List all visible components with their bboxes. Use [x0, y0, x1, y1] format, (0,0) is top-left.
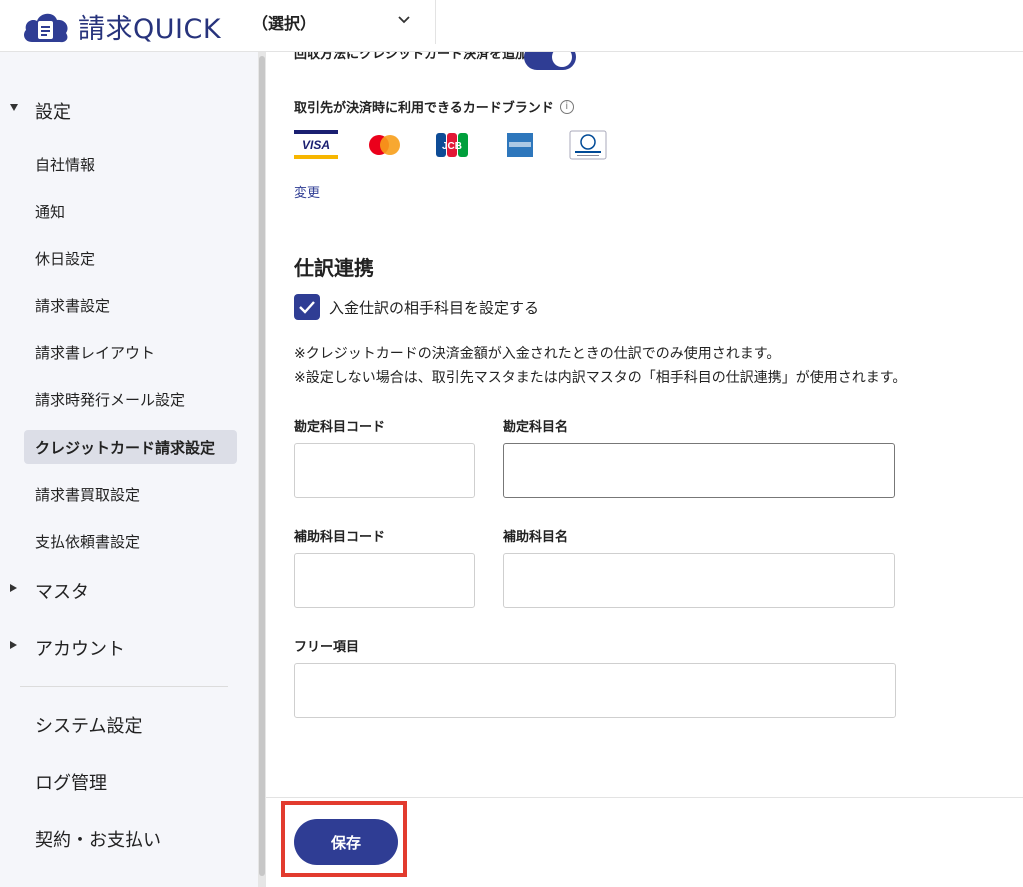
- sidebar-item-payment-request[interactable]: 支払依頼書設定: [24, 524, 237, 558]
- company-select[interactable]: （選択）: [234, 0, 436, 44]
- sidebar-scrollbar[interactable]: [258, 52, 266, 887]
- jcb-icon: JCB: [430, 130, 474, 160]
- save-button-highlight: [281, 801, 407, 877]
- sub-account-code-label: 補助科目コード: [294, 530, 386, 545]
- diners-club-icon: [566, 130, 610, 160]
- sidebar-item-log-management[interactable]: ログ管理: [35, 769, 107, 795]
- logo-text: 請求QUICK: [78, 13, 222, 45]
- main-content: 回収方法にクレジットカード決済を追加 取引先が決済時に利用できるカードブランド …: [266, 52, 1023, 797]
- sidebar-item-invoice-settings[interactable]: 請求書設定: [24, 288, 237, 322]
- card-brand-label-text: 取引先が決済時に利用できるカードブランド: [294, 101, 554, 116]
- logo[interactable]: 請求QUICK: [20, 6, 221, 46]
- journal-checkbox-label: 入金仕訳の相手科目を設定する: [329, 298, 540, 317]
- caret-right-icon[interactable]: [10, 641, 17, 649]
- free-item-label: フリー項目: [294, 640, 360, 655]
- credit-card-toggle[interactable]: [524, 52, 576, 70]
- card-brand-list: VISA JCB: [294, 130, 634, 160]
- account-name-label: 勘定科目名: [503, 420, 569, 435]
- sidebar-group-master[interactable]: マスタ: [35, 578, 89, 604]
- card-brand-label: 取引先が決済時に利用できるカードブランド i: [294, 97, 574, 116]
- sub-account-code-input[interactable]: [294, 553, 475, 608]
- mastercard-icon: [362, 130, 406, 160]
- svg-text:JCB: JCB: [442, 141, 462, 152]
- toggle-label: 回収方法にクレジットカード決済を追加: [294, 52, 529, 62]
- svg-text:VISA: VISA: [302, 138, 330, 152]
- note-line-1: ※クレジットカードの決済金額が入金されたときの仕訳でのみ使用されます。: [294, 346, 781, 362]
- scrollbar-thumb[interactable]: [259, 56, 265, 876]
- sidebar-divider: [20, 686, 228, 687]
- free-item-input[interactable]: [294, 663, 896, 718]
- caret-right-icon[interactable]: [10, 584, 17, 592]
- cloud-document-icon: [20, 6, 72, 46]
- account-code-label: 勘定科目コード: [294, 420, 386, 435]
- toggle-knob: [552, 52, 572, 67]
- app: 請求QUICK （選択） 設定 自社情報 通知 休日設定 請求書設定 請求書レイ…: [0, 0, 1023, 887]
- amex-icon: [498, 130, 542, 160]
- sidebar-item-invoice-mail[interactable]: 請求時発行メール設定: [24, 382, 237, 416]
- sidebar-item-invoice-layout[interactable]: 請求書レイアウト: [24, 335, 237, 369]
- sidebar-item-credit-card[interactable]: クレジットカード請求設定: [24, 430, 237, 464]
- sidebar-item-notification[interactable]: 通知: [24, 194, 237, 228]
- journal-section-title: 仕訳連携: [294, 256, 374, 280]
- account-name-input[interactable]: [503, 443, 895, 498]
- credit-card-toggle-row: 回収方法にクレジットカード決済を追加: [294, 52, 528, 64]
- caret-down-icon[interactable]: [10, 104, 18, 111]
- account-code-input[interactable]: [294, 443, 475, 498]
- sidebar-item-holiday[interactable]: 休日設定: [24, 241, 237, 275]
- sidebar-item-company-info[interactable]: 自社情報: [24, 147, 237, 181]
- visa-icon: VISA: [294, 130, 338, 160]
- sidebar-item-invoice-purchase[interactable]: 請求書買取設定: [24, 477, 237, 511]
- sidebar: 設定 自社情報 通知 休日設定 請求書設定 請求書レイアウト 請求時発行メール設…: [0, 52, 258, 887]
- sidebar-item-contract-payment[interactable]: 契約・お支払い: [35, 826, 161, 852]
- change-brands-link[interactable]: 変更: [294, 182, 320, 201]
- header: 請求QUICK （選択）: [0, 0, 1023, 52]
- note-line-2: ※設定しない場合は、取引先マスタまたは内訳マスタの「相手科目の仕訳連携」が使用さ…: [294, 370, 907, 386]
- sidebar-item-system-settings[interactable]: システム設定: [35, 712, 142, 738]
- check-icon: [299, 301, 315, 314]
- sidebar-group-account[interactable]: アカウント: [35, 635, 125, 661]
- journal-checkbox[interactable]: [294, 294, 320, 320]
- sub-account-name-input[interactable]: [503, 553, 895, 608]
- sub-account-name-label: 補助科目名: [503, 530, 569, 545]
- info-icon[interactable]: i: [559, 99, 574, 114]
- chevron-down-icon: [398, 16, 410, 24]
- journal-checkbox-row[interactable]: 入金仕訳の相手科目を設定する: [294, 294, 539, 320]
- company-select-value: （選択）: [252, 14, 317, 33]
- sidebar-group-settings[interactable]: 設定: [35, 98, 71, 124]
